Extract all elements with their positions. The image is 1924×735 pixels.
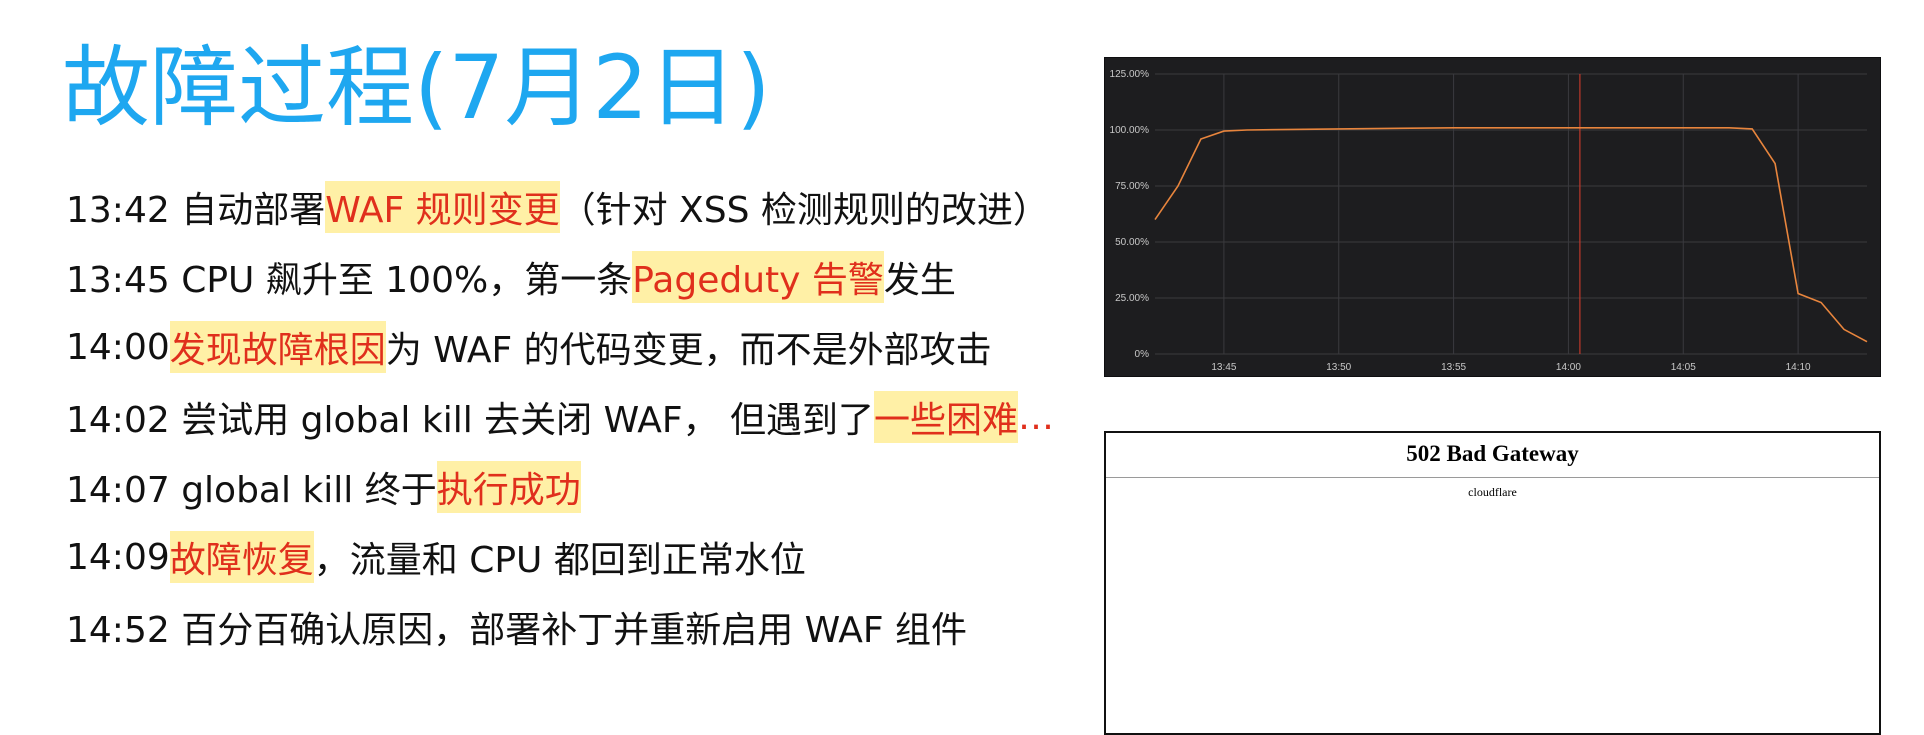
timeline-highlight: 执行成功 bbox=[436, 461, 581, 513]
slide-title: 故障过程(7月2日) bbox=[62, 36, 771, 139]
error-title: 502 Bad Gateway bbox=[1406, 441, 1579, 466]
timeline-item: 13:42 自动部署 WAF 规则变更 （针对 XSS 检测规则的改进） bbox=[66, 172, 1076, 242]
timeline-highlight: 故障恢复 bbox=[169, 531, 314, 583]
error-subtitle: cloudflare bbox=[1468, 485, 1517, 499]
error-page-panel: 502 Bad Gateway cloudflare bbox=[1104, 431, 1881, 735]
timeline-text: 为 WAF 的代码变更，而不是外部攻击 bbox=[385, 330, 992, 371]
chart-series-line bbox=[1154, 127, 1868, 343]
chart-y-tick-label: 50.00% bbox=[1115, 237, 1149, 248]
timeline-highlight: 一些困难 bbox=[874, 391, 1019, 443]
timeline-text: 13:42 自动部署 bbox=[66, 190, 326, 231]
timeline-highlight: Pageduty 告警 bbox=[632, 251, 884, 303]
timeline-text: 14:00 bbox=[66, 326, 170, 368]
chart-x-tick-label: 14:00 bbox=[1556, 362, 1581, 373]
chart-x-tick-label: 13:45 bbox=[1211, 362, 1236, 373]
timeline-text: … bbox=[1018, 396, 1055, 438]
timeline-list: 13:42 自动部署 WAF 规则变更 （针对 XSS 检测规则的改进） 13:45… bbox=[66, 172, 1076, 662]
error-divider bbox=[1106, 477, 1879, 478]
timeline-item: 14:52 百分百确认原因，部署补丁并重新启用 WAF 组件 bbox=[66, 592, 1076, 662]
timeline-text: 14:07 global kill 终于 bbox=[66, 470, 437, 511]
timeline-highlight: 发现故障根因 bbox=[169, 321, 386, 373]
timeline-text: 13:45 CPU 飙升至 100%，第一条 bbox=[66, 260, 633, 301]
chart-y-tick-label: 100.00% bbox=[1110, 125, 1150, 136]
timeline-highlight: WAF 规则变更 bbox=[325, 181, 560, 233]
chart-x-tick-label: 13:50 bbox=[1326, 362, 1351, 373]
timeline-text: 14:09 bbox=[66, 536, 170, 578]
timeline-item: 14:09 故障恢复 ，流量和 CPU 都回到正常水位 bbox=[66, 522, 1076, 592]
chart-y-tick-label: 75.00% bbox=[1115, 181, 1149, 192]
cpu-usage-chart: 0% 25.00% 50.00% 75.00% 100.00% 125.00% 13:45 1… bbox=[1104, 57, 1881, 377]
timeline-text: （针对 XSS 检测规则的改进） bbox=[559, 190, 1049, 231]
chart-x-tick-label: 14:10 bbox=[1786, 362, 1811, 373]
cpu-line-chart-svg: 0% 25.00% 50.00% 75.00% 100.00% 125.00% 13:45 1… bbox=[1110, 69, 1868, 373]
timeline-item: 14:00 发现故障根因为 WAF 的代码变更，而不是外部攻击 bbox=[66, 312, 1076, 382]
timeline-text: ，流量和 CPU 都回到正常水位 bbox=[313, 540, 806, 581]
chart-y-tick-label: 25.00% bbox=[1115, 293, 1149, 304]
timeline-text: 14:02 尝试用 global kill 去关闭 WAF， 但遇到了 bbox=[66, 400, 875, 441]
timeline-item: 14:07 global kill 终于 执行成功 bbox=[66, 452, 1076, 522]
chart-x-tick-label: 14:05 bbox=[1671, 362, 1696, 373]
chart-x-tick-label: 13:55 bbox=[1441, 362, 1466, 373]
timeline-text: 发生 bbox=[883, 260, 956, 301]
timeline-text: 14:52 百分百确认原因，部署补丁并重新启用 WAF 组件 bbox=[66, 610, 968, 651]
chart-y-tick-label: 0% bbox=[1135, 349, 1150, 360]
timeline-item: 14:02 尝试用 global kill 去关闭 WAF， 但遇到了 一些困难… bbox=[66, 382, 1076, 452]
chart-y-tick-label: 125.00% bbox=[1110, 69, 1150, 80]
timeline-item: 13:45 CPU 飙升至 100%，第一条 Pageduty 告警 发生 bbox=[66, 242, 1076, 312]
